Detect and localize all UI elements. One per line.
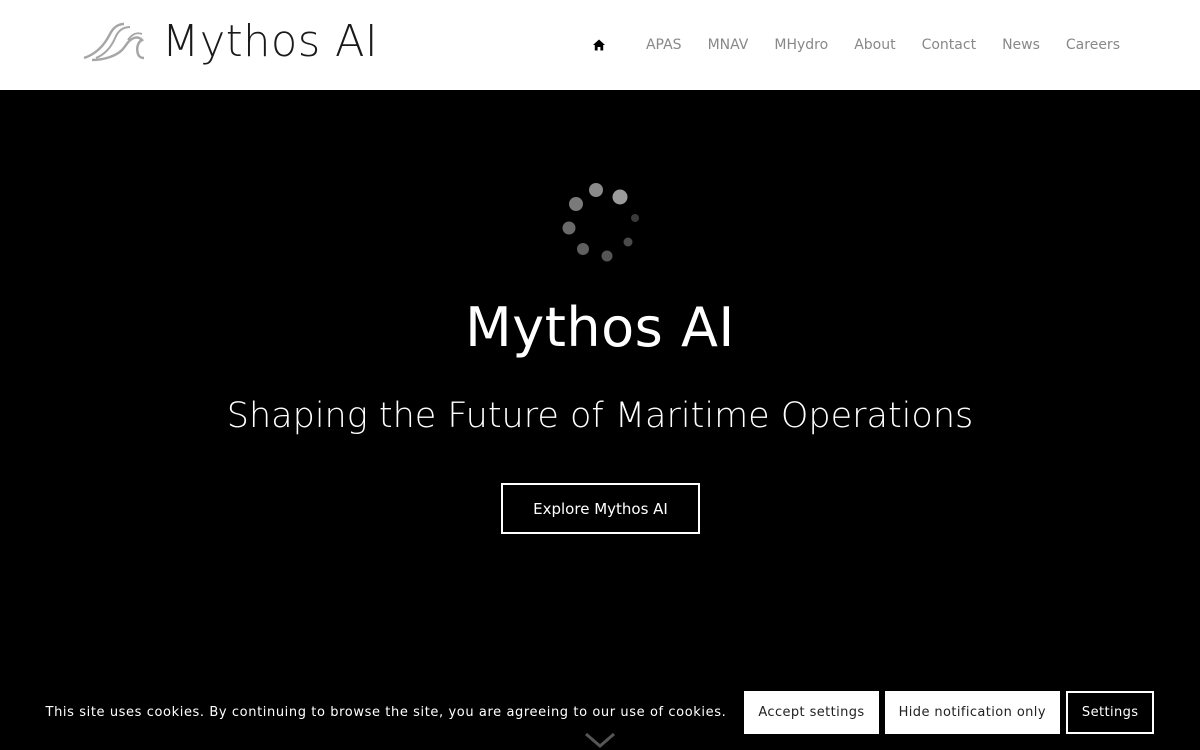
wave-logo-icon (83, 22, 144, 62)
nav-item-mnav[interactable]: MNAV (708, 37, 749, 53)
cookie-notice: This site uses cookies. By continuing to… (0, 686, 1200, 738)
nav-item-apas[interactable]: APAS (646, 37, 682, 53)
hide-notification-button[interactable]: Hide notification only (884, 690, 1060, 734)
nav-item-contact[interactable]: Contact (922, 37, 976, 53)
nav-home-link[interactable] (592, 38, 606, 52)
nav-item-mhydro[interactable]: MHydro (774, 37, 828, 53)
nav-item-news[interactable]: News (1002, 37, 1040, 53)
home-icon (592, 39, 605, 51)
hero-subtitle: Shaping the Future of Maritime Operation… (226, 396, 974, 436)
logo-text: Mythos AI (162, 16, 379, 67)
nav-item-about[interactable]: About (854, 37, 895, 53)
site-logo[interactable]: Mythos AI (82, 16, 383, 68)
main-nav: APAS MNAV MHydro About Contact News Care… (592, 0, 1120, 90)
hero-section: Mythos AI Shaping the Future of Maritime… (0, 90, 1200, 750)
hero-title: Mythos AI (465, 296, 735, 359)
nav-item-careers[interactable]: Careers (1066, 37, 1120, 53)
cookie-settings-button[interactable]: Settings (1065, 690, 1155, 734)
explore-button[interactable]: Explore Mythos AI (501, 483, 700, 534)
cookie-notice-text: This site uses cookies. By continuing to… (45, 704, 727, 720)
site-header: Mythos AI APAS MNAV MHydro About Contact… (0, 0, 1200, 90)
loading-spinner-icon (562, 183, 639, 262)
accept-settings-button[interactable]: Accept settings (744, 690, 879, 734)
